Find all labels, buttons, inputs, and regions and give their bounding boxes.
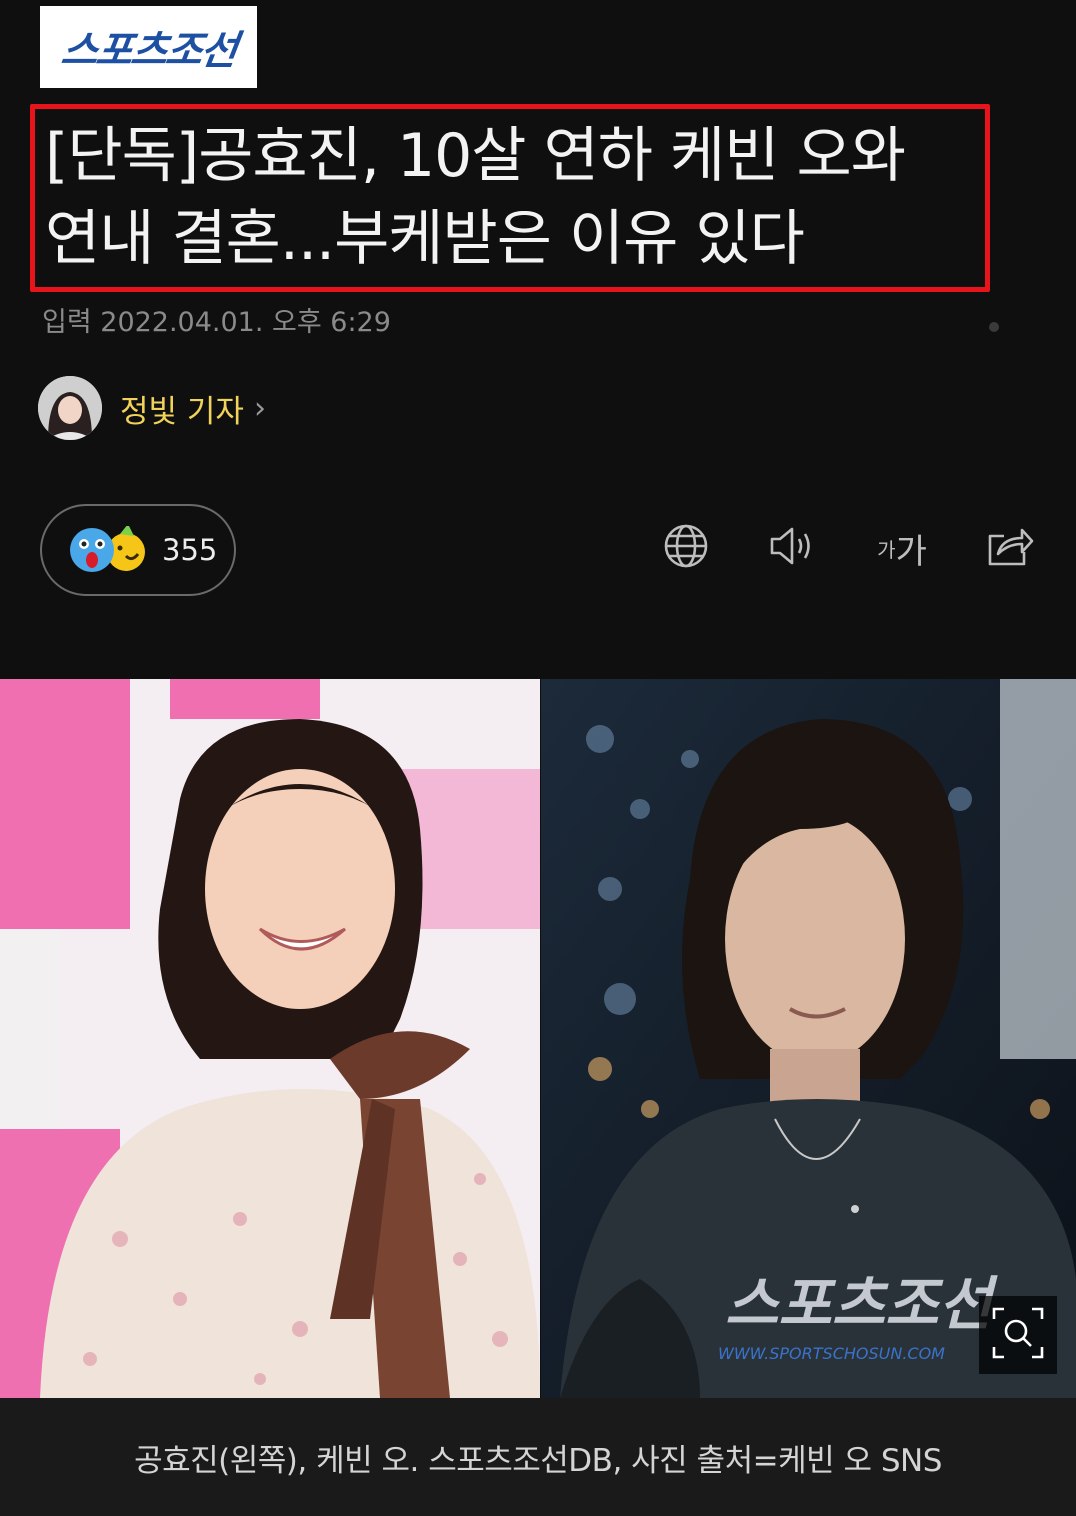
share-icon: [984, 522, 1036, 574]
article-photo[interactable]: 스포츠조선 WWW.SPORTSCHOSUN.COM: [0, 679, 1076, 1398]
font-size-large-label: 가: [895, 531, 927, 572]
reaction-count: 355: [162, 533, 218, 567]
published-date: 입력 2022.04.01. 오후 6:29: [42, 307, 391, 338]
chevron-right-icon: ›: [253, 390, 266, 426]
font-size-button[interactable]: 가가: [870, 520, 934, 576]
font-size-small-label: 가: [877, 537, 896, 562]
share-button[interactable]: [982, 520, 1038, 576]
speaker-icon: [766, 522, 818, 574]
listen-button[interactable]: [764, 520, 820, 576]
reaction-button[interactable]: 355: [40, 504, 236, 596]
photo-zoom-button[interactable]: [979, 1296, 1057, 1374]
logo-text: 스포츠조선: [57, 28, 239, 74]
author-name: 정빛 기자: [120, 393, 244, 430]
photo-caption: 공효진(왼쪽), 케빈 오. 스포츠조선DB, 사진 출처=케빈 오 SNS: [134, 1442, 942, 1479]
avatar: [38, 376, 102, 440]
headline-line-1: [단독]공효진, 10살 연하 케빈 오와: [45, 121, 906, 191]
photo-watermark: 스포츠조선: [725, 1270, 998, 1338]
headline-highlight-box: [단독]공효진, 10살 연하 케빈 오와 연내 결혼...부케받은 이유 있다: [30, 104, 990, 292]
zoom-search-icon: [990, 1305, 1046, 1365]
translate-button[interactable]: [658, 520, 714, 576]
publisher-logo[interactable]: 스포츠조선: [40, 6, 257, 88]
globe-icon: [662, 522, 710, 574]
photo-watermark-url: WWW.SPORTSCHOSUN.COM: [718, 1344, 945, 1363]
indicator-dot: [989, 322, 999, 332]
headline-line-2: 연내 결혼...부케받은 이유 있다: [45, 204, 805, 274]
photo-caption-bar: 공효진(왼쪽), 케빈 오. 스포츠조선DB, 사진 출처=케빈 오 SNS: [0, 1398, 1076, 1516]
author-link[interactable]: 정빛 기자 ›: [38, 376, 266, 440]
surprised-and-party-emoji-icon: [68, 524, 145, 574]
